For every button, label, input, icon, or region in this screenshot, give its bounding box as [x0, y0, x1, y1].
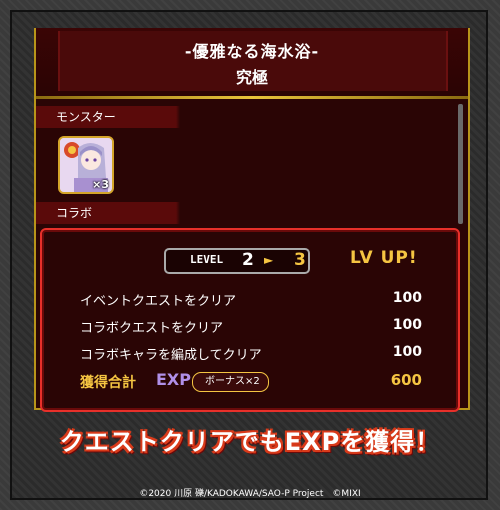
copyright: ©2020 川原 礫/KADOKAWA/SAO-P Project ©MIXI	[139, 489, 361, 499]
monster-icon[interactable]: ×3	[58, 136, 114, 194]
reward-row: コラボキャラを編成してクリア 100	[80, 344, 422, 364]
level-to: 3	[294, 250, 306, 270]
quest-difficulty: 究極	[235, 68, 268, 87]
reward-row: イベントクエストをクリア 100	[80, 290, 422, 310]
reward-row: コラボクエストをクリア 100	[80, 317, 422, 337]
level-up-text: LV UP!	[350, 248, 418, 268]
reward-label: イベントクエストをクリア	[80, 294, 237, 309]
total-row: 獲得合計 EXP ボーナス×2 600	[80, 370, 422, 394]
quest-title: -優雅なる海水浴-	[184, 42, 320, 61]
quest-header: -優雅なる海水浴- 究極	[36, 28, 468, 99]
reward-value: 100	[392, 317, 422, 333]
reward-label: コラボクエストをクリア	[80, 321, 224, 336]
level-label: LEVEL	[190, 253, 224, 266]
level-box: LEVEL 2 ► 3	[164, 248, 310, 274]
exp-banner: クエストクリアでもEXPを獲得！	[59, 428, 441, 456]
level-arrow-icon: ►	[264, 253, 274, 267]
reward-label: コラボキャラを編成してクリア	[80, 348, 262, 363]
collab-section-label: コラボ	[36, 202, 236, 224]
scrollbar[interactable]	[458, 104, 463, 224]
result-box: LEVEL 2 ► 3 LV UP! イベントクエストをクリア 100 コラボク…	[40, 228, 460, 412]
header-divider	[36, 96, 468, 99]
total-label: 獲得合計	[80, 375, 136, 391]
reward-value: 100	[392, 290, 422, 306]
exp-label: EXP	[156, 370, 191, 389]
monster-section-label: モンスター	[36, 106, 236, 128]
total-value: 600	[390, 371, 422, 389]
monster-count: ×3	[92, 178, 109, 191]
reward-value: 100	[392, 344, 422, 360]
bonus-badge: ボーナス×2	[192, 372, 269, 392]
level-from: 2	[242, 250, 254, 270]
